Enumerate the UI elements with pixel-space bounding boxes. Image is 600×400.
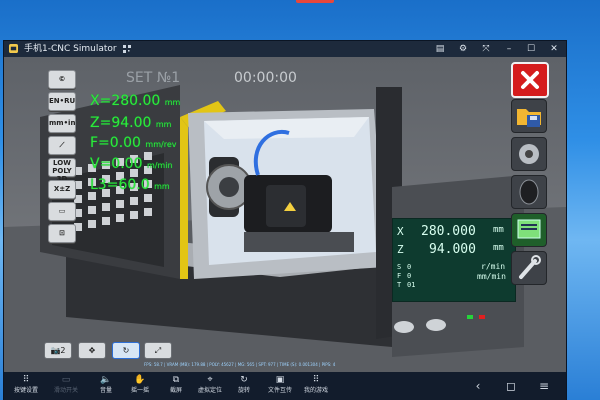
language-button[interactable]: EN•RU — [48, 92, 76, 111]
lathe-scene — [4, 85, 566, 372]
app-icon — [9, 44, 18, 53]
switch-icon: ▭ — [61, 375, 71, 385]
crop-icon: ⧉ — [172, 375, 180, 385]
qr-code-icon[interactable] — [123, 45, 131, 53]
lcd-t-label: T — [397, 281, 402, 289]
lcd-s-value: 0 — [407, 263, 412, 271]
control-lcd: X 280.000 mm Z 94.000 mm S 0 r/min F 0 m… — [392, 218, 516, 302]
speaker-icon: 🔈 — [100, 375, 112, 385]
game-viewport[interactable]: © EN•RU mm•in ⟋ LOW POLY 3D X±Z ▭ ⊡ SET … — [4, 57, 566, 372]
program-screen-icon — [517, 219, 541, 239]
window-title: 手机1-CNC Simulator — [24, 44, 117, 54]
program-button[interactable] — [511, 213, 547, 247]
toolbar-screenshot[interactable]: ⧉ 截屏 — [158, 375, 194, 399]
lcd-x-unit: mm — [493, 225, 504, 235]
rotate-button[interactable]: ↻ — [112, 342, 140, 359]
fullscreen-icon[interactable]: ⤧ — [478, 41, 494, 57]
hand-icon: ✋ — [134, 375, 146, 385]
folder-icon: ▣ — [275, 375, 285, 385]
lcd-f-label: F — [397, 272, 402, 280]
lcd-s-label: S — [397, 263, 402, 271]
readout-v: V=0.00 m/min — [90, 156, 173, 172]
low-poly-button[interactable]: LOW POLY 3D — [48, 158, 76, 183]
copyright-button[interactable]: © — [48, 70, 76, 89]
lcd-f-unit: mm/min — [477, 272, 506, 281]
toolbar-volume[interactable]: 🔈 音量 — [88, 375, 124, 399]
close-icon — [521, 71, 539, 89]
title-bar: 手机1-CNC Simulator ▤ ⚙ ⤧ – ☐ ✕ — [4, 41, 566, 57]
view-button[interactable]: ⊡ — [48, 224, 76, 243]
minimize-icon[interactable]: – — [501, 41, 517, 57]
axis-direction-button[interactable]: X±Z — [48, 180, 76, 199]
exit-button[interactable] — [511, 62, 549, 98]
zoom-button[interactable]: ⤢ — [144, 342, 172, 359]
lcd-x-label: X — [397, 225, 404, 238]
tool-holder-icon — [519, 179, 539, 205]
lcd-s-unit: r/min — [481, 262, 506, 271]
timer: 00:00:00 — [234, 70, 297, 86]
readout-l: L3=60.0 mm — [90, 177, 170, 193]
toolbar-rotate[interactable]: ↻ 旋转 — [226, 375, 262, 399]
toolbar-my-games[interactable]: ⠿ 我的游戏 — [298, 375, 334, 399]
toolbar-shake[interactable]: ✋ 摇一摇 — [122, 375, 158, 399]
rotate-icon: ↻ — [240, 375, 248, 385]
tool-button[interactable]: ⟋ — [48, 136, 76, 155]
location-icon: ⌖ — [207, 375, 213, 385]
door-button[interactable]: ▭ — [48, 202, 76, 221]
toolbar-key-settings[interactable]: ⠿ 按键设置 — [8, 375, 44, 399]
lcd-t-value: 01 — [407, 281, 416, 289]
readout-f: F=0.00 mm/rev — [90, 135, 177, 151]
pan-button[interactable]: ✥ — [78, 342, 106, 359]
folder-save-icon — [517, 109, 541, 127]
wrench-icon — [519, 255, 541, 279]
readout-x: X=280.00 mm — [90, 93, 181, 109]
menu-icon[interactable]: ≡ — [534, 372, 554, 400]
chuck-button[interactable] — [511, 137, 547, 171]
close-icon[interactable]: ✕ — [546, 41, 562, 57]
toolbar-slide-switch[interactable]: ▭ 滑动开关 — [48, 375, 84, 399]
lcd-x-value: 280.000 — [421, 224, 476, 239]
camera-button[interactable]: 📷2 — [44, 342, 72, 359]
maximize-icon[interactable]: ☐ — [523, 41, 539, 57]
back-icon[interactable]: ‹ — [468, 372, 488, 400]
emulator-window: 手机1-CNC Simulator ▤ ⚙ ⤧ – ☐ ✕ © EN•RU mm… — [4, 41, 566, 400]
file-save-button[interactable] — [511, 99, 547, 133]
chuck-icon — [519, 144, 539, 164]
home-icon[interactable]: ◻ — [501, 372, 521, 400]
readout-z: Z=94.00 mm — [90, 115, 172, 131]
units-button[interactable]: mm•in — [48, 114, 76, 133]
toolbar-virtual-location[interactable]: ⌖ 虚拟定位 — [192, 375, 228, 399]
lcd-f-value: 0 — [407, 272, 412, 280]
tools-button[interactable] — [511, 251, 547, 285]
status-line: FPS: 58.7 | VRAM (MB): 179.88 | POLY: 45… — [144, 362, 336, 367]
tool-holder-button[interactable] — [511, 175, 547, 209]
lcd-z-label: Z — [397, 243, 404, 256]
apps-icon: ⠿ — [312, 375, 320, 385]
lcd-z-unit: mm — [493, 243, 504, 253]
gear-icon[interactable]: ⚙ — [455, 41, 471, 57]
grid-icon: ⠿ — [22, 375, 30, 385]
toolbar-file-transfer[interactable]: ▣ 文件互传 — [262, 375, 298, 399]
lcd-z-value: 94.000 — [429, 242, 476, 257]
chat-icon[interactable]: ▤ — [432, 41, 448, 57]
top-notification-badge — [296, 0, 334, 3]
set-label: SET №1 — [126, 70, 181, 86]
